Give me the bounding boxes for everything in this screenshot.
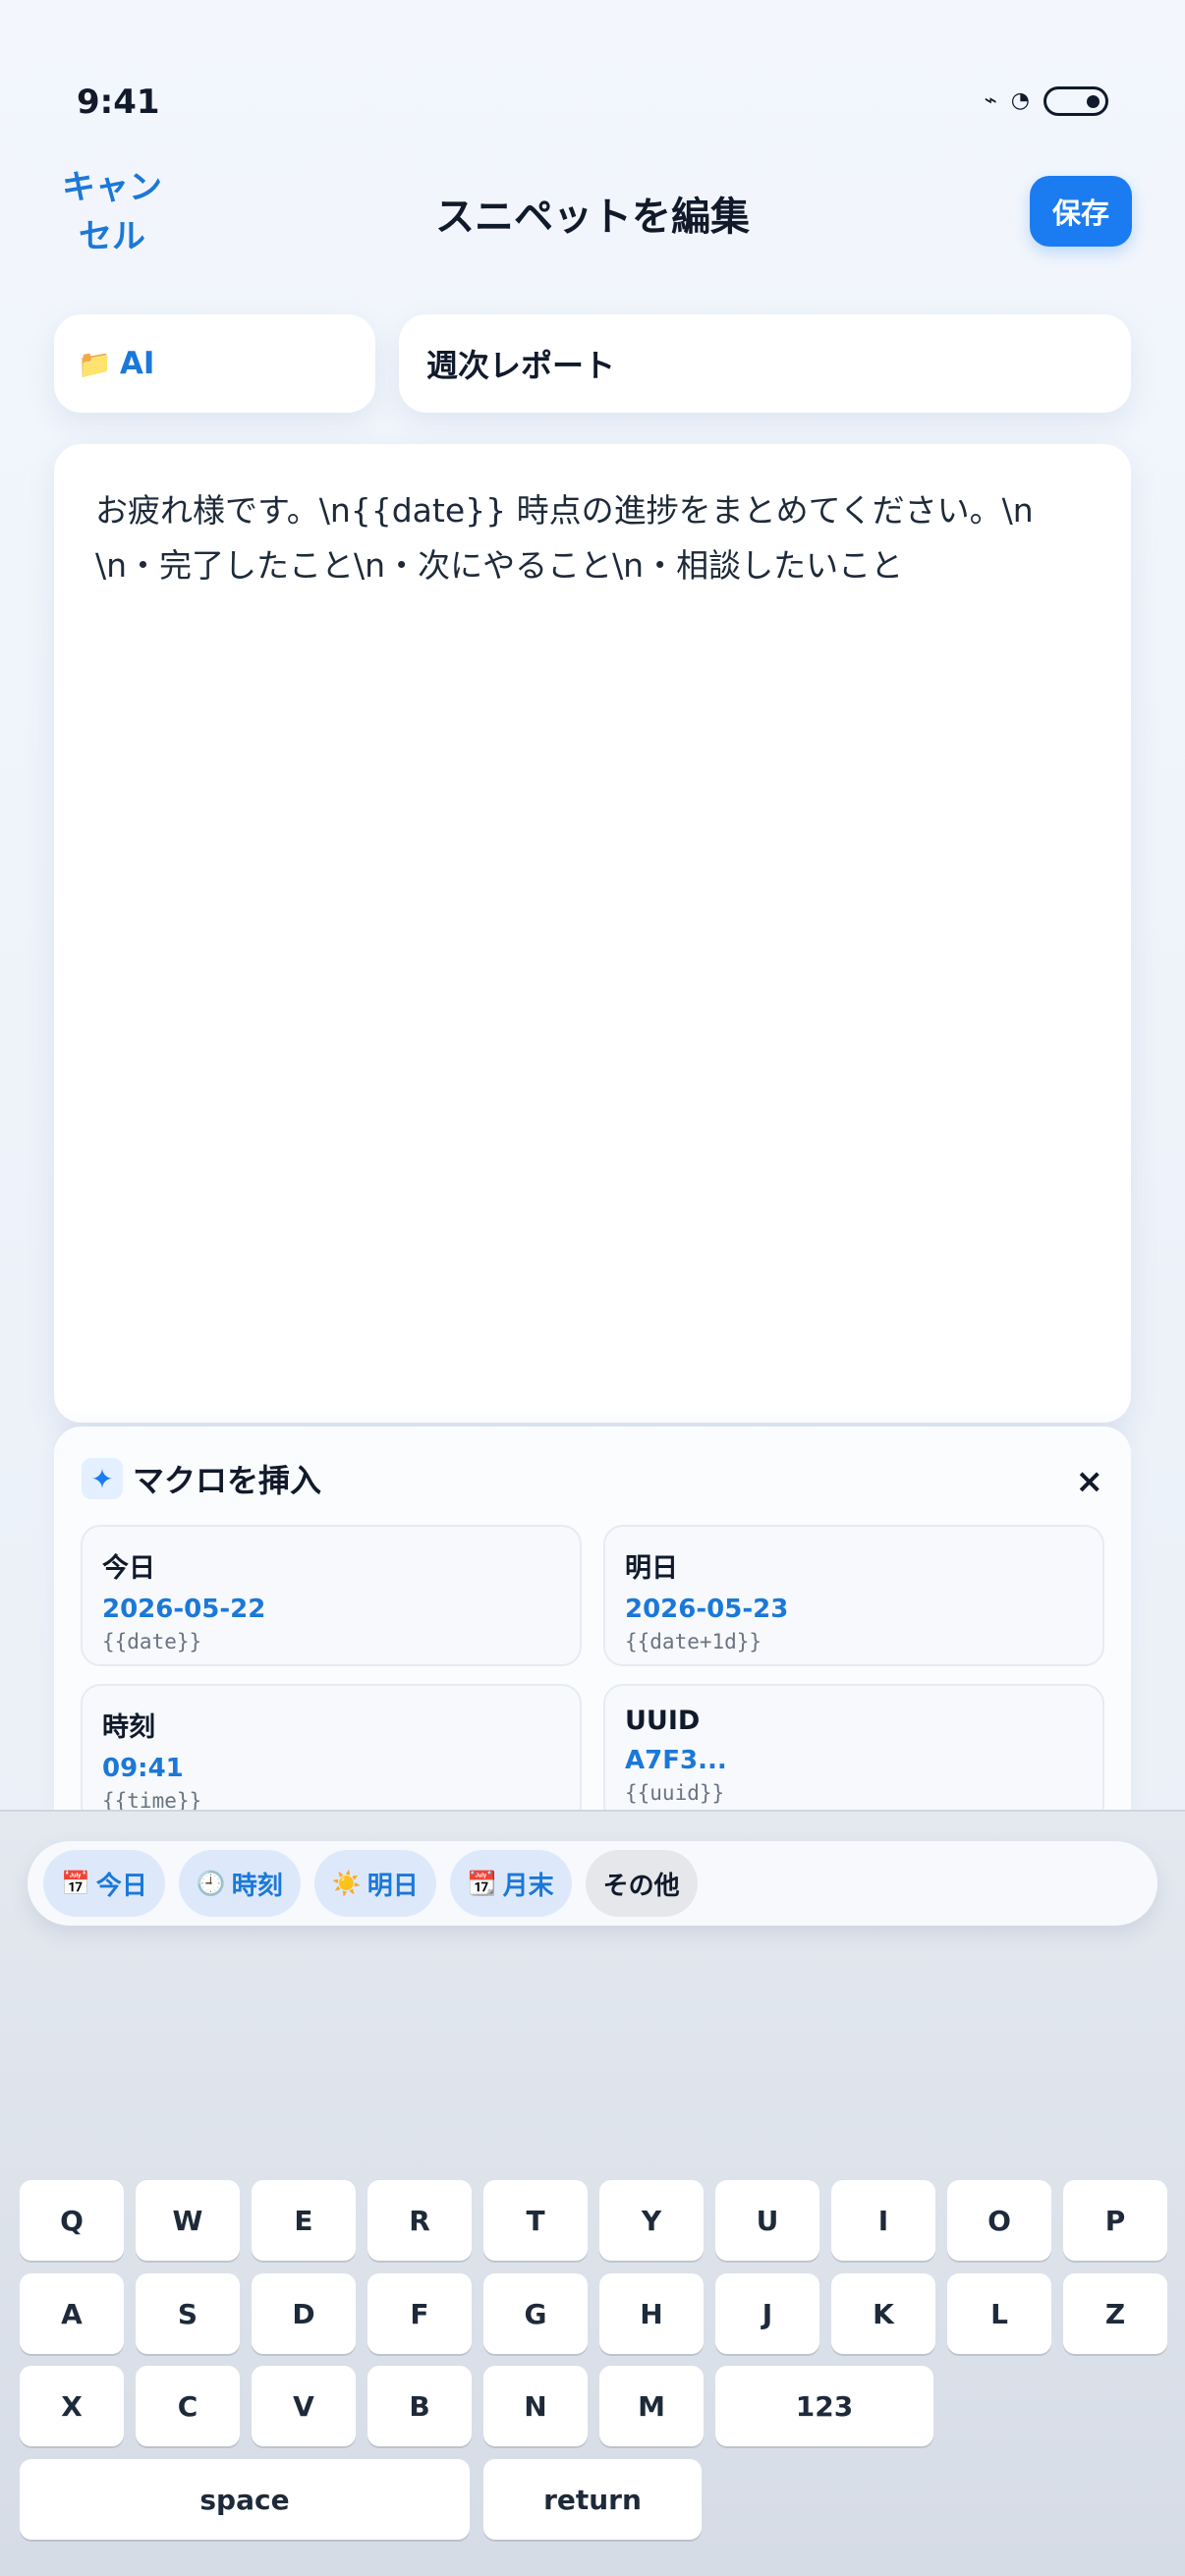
key-f[interactable]: F: [367, 2273, 472, 2354]
macro-chip-bar: 📅 今日 🕘 時刻 ☀️ 明日 📆 月末 その他: [28, 1841, 1157, 1926]
key-a[interactable]: A: [20, 2273, 124, 2354]
save-button[interactable]: 保存: [1030, 176, 1132, 247]
chip-month-end[interactable]: 📆 月末: [449, 1850, 572, 1917]
key-l[interactable]: L: [947, 2273, 1051, 2354]
space-key[interactable]: space: [20, 2459, 470, 2540]
key-e[interactable]: E: [252, 2180, 356, 2261]
key-i[interactable]: I: [831, 2180, 935, 2261]
macro-name: UUID: [625, 1706, 701, 1736]
macro-panel: ✦ マクロを挿入 × 今日 2026-05-22 {{date}} 明日 202…: [54, 1427, 1131, 1820]
page-title: スニペットを編集: [435, 195, 750, 240]
battery-icon: [1044, 86, 1108, 116]
folder-selector[interactable]: 📁 AI: [54, 314, 375, 413]
snippet-body-editor[interactable]: お疲れ様です。\n{{date}} 時点の進捗をまとめてください。\n\n・完了…: [54, 444, 1131, 1423]
macro-code: {{date+1d}}: [625, 1630, 762, 1653]
chip-time[interactable]: 🕘 時刻: [178, 1850, 301, 1917]
key-o[interactable]: O: [947, 2180, 1051, 2261]
key-t[interactable]: T: [483, 2180, 588, 2261]
key-c[interactable]: C: [136, 2366, 240, 2446]
folder-label: AI: [119, 346, 155, 381]
sun-icon: ☀️: [331, 1870, 362, 1897]
macro-panel-title: マクロを挿入: [133, 1462, 322, 1499]
chip-tomorrow[interactable]: ☀️ 明日: [313, 1850, 436, 1917]
key-q[interactable]: Q: [20, 2180, 124, 2261]
chip-label: 明日: [367, 1871, 419, 1901]
macro-item-today[interactable]: 今日 2026-05-22 {{date}}: [81, 1525, 582, 1666]
sparkle-icon: ✦: [82, 1458, 123, 1499]
key-v[interactable]: V: [252, 2366, 356, 2446]
snippet-title-field[interactable]: 週次レポート: [399, 314, 1131, 413]
nav-bar: キャンセル スニペットを編集 保存: [0, 157, 1185, 265]
macro-panel-header: ✦ マクロを挿入: [82, 1456, 321, 1501]
numbers-key[interactable]: 123: [715, 2366, 933, 2446]
keyboard-area: 📅 今日 🕘 時刻 ☀️ 明日 📆 月末 その他 Q W E R T Y U I…: [0, 1810, 1185, 2576]
return-key[interactable]: return: [483, 2459, 702, 2540]
status-icons: ⌁ ◔: [985, 86, 1108, 116]
key-n[interactable]: N: [483, 2366, 588, 2446]
chip-label: 月末: [502, 1871, 554, 1901]
chip-today[interactable]: 📅 今日: [43, 1850, 165, 1917]
calendar-tearoff-icon: 📆: [467, 1870, 497, 1897]
snippet-body-text: お疲れ様です。\n{{date}} 時点の進捗をまとめてください。\n\n・完了…: [95, 491, 1034, 585]
key-x[interactable]: X: [20, 2366, 124, 2446]
calendar-icon: 📅: [61, 1870, 90, 1897]
status-time: 9:41: [77, 83, 160, 122]
macro-grid: 今日 2026-05-22 {{date}} 明日 2026-05-23 {{d…: [81, 1525, 1104, 1820]
key-z[interactable]: Z: [1063, 2273, 1167, 2354]
macro-item-time[interactable]: 時刻 09:41 {{time}}: [81, 1684, 582, 1820]
chip-label: 今日: [95, 1871, 147, 1901]
key-r[interactable]: R: [367, 2180, 472, 2261]
macro-value: 09:41: [102, 1754, 184, 1783]
macro-name: 明日: [625, 1553, 678, 1584]
folder-icon: 📁: [78, 347, 112, 380]
key-y[interactable]: Y: [599, 2180, 704, 2261]
key-j[interactable]: J: [715, 2273, 819, 2354]
clock-icon: ◔: [1010, 88, 1030, 113]
chip-other[interactable]: その他: [585, 1850, 698, 1917]
macro-value: A7F3...: [625, 1746, 727, 1775]
macro-item-tomorrow[interactable]: 明日 2026-05-23 {{date+1d}}: [603, 1525, 1104, 1666]
status-bar: 9:41 ⌁ ◔: [0, 0, 1185, 157]
close-icon[interactable]: ×: [1076, 1462, 1104, 1501]
key-g[interactable]: G: [483, 2273, 588, 2354]
macro-item-uuid[interactable]: UUID A7F3... {{uuid}}: [603, 1684, 1104, 1820]
macro-value: 2026-05-22: [102, 1595, 266, 1624]
key-s[interactable]: S: [136, 2273, 240, 2354]
chip-label: その他: [602, 1871, 680, 1901]
key-p[interactable]: P: [1063, 2180, 1167, 2261]
key-w[interactable]: W: [136, 2180, 240, 2261]
signal-icon: ⌁: [984, 88, 997, 113]
key-k[interactable]: K: [831, 2273, 935, 2354]
key-h[interactable]: H: [599, 2273, 704, 2354]
macro-name: 今日: [102, 1553, 155, 1584]
macro-code: {{date}}: [102, 1630, 202, 1653]
macro-code: {{uuid}}: [625, 1781, 725, 1805]
key-m[interactable]: M: [599, 2366, 704, 2446]
chip-label: 時刻: [231, 1871, 283, 1901]
macro-name: 時刻: [102, 1712, 155, 1743]
clock-icon: 🕘: [196, 1870, 226, 1897]
key-u[interactable]: U: [715, 2180, 819, 2261]
macro-value: 2026-05-23: [625, 1595, 789, 1624]
key-b[interactable]: B: [367, 2366, 472, 2446]
key-d[interactable]: D: [252, 2273, 356, 2354]
